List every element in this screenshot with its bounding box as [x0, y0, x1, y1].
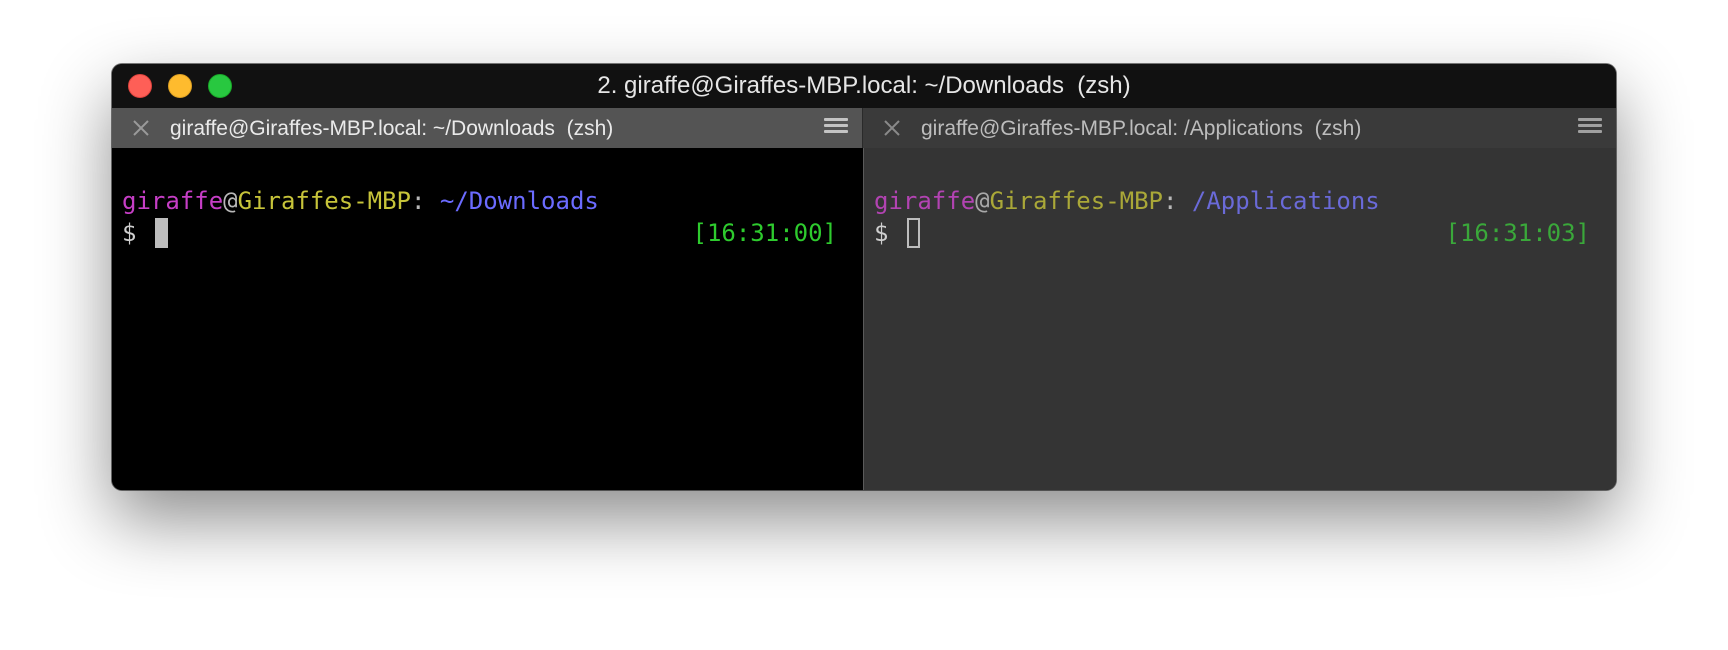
prompt-host: Giraffes-MBP — [237, 187, 411, 215]
prompt-timestamp: [16:31:03] — [1445, 219, 1591, 247]
prompt-symbol: $ — [874, 219, 889, 247]
terminal-pane-applications[interactable]: giraffe@Giraffes-MBP: /Applications $ [1… — [864, 148, 1616, 490]
hamburger-menu-icon[interactable] — [824, 118, 848, 138]
prompt-colon: : — [411, 187, 440, 215]
close-icon[interactable] — [130, 117, 152, 139]
prompt-path: /Applications — [1191, 187, 1380, 215]
tab-label: giraffe@Giraffes-MBP.local: ~/Downloads … — [170, 117, 614, 140]
maximize-window-button[interactable] — [208, 74, 232, 98]
prompt-colon: : — [1163, 187, 1192, 215]
window-title: 2. giraffe@Giraffes-MBP.local: ~/Downloa… — [597, 72, 1131, 99]
title-bar[interactable]: 2. giraffe@Giraffes-MBP.local: ~/Downloa… — [112, 64, 1616, 108]
text-cursor — [154, 218, 168, 248]
prompt-header: giraffe@Giraffes-MBP: ~/Downloads — [122, 186, 599, 216]
prompt-host: Giraffes-MBP — [989, 187, 1163, 215]
prompt-path: ~/Downloads — [439, 187, 599, 215]
tab-label: giraffe@Giraffes-MBP.local: /Application… — [921, 117, 1362, 140]
prompt-at: @ — [975, 187, 990, 215]
tab-applications[interactable]: giraffe@Giraffes-MBP.local: /Application… — [863, 108, 1616, 148]
terminal-window: 2. giraffe@Giraffes-MBP.local: ~/Downloa… — [112, 64, 1616, 490]
text-cursor — [906, 218, 920, 248]
prompt-at: @ — [223, 187, 238, 215]
tab-bar: giraffe@Giraffes-MBP.local: ~/Downloads … — [112, 108, 1616, 148]
prompt-timestamp: [16:31:00] — [692, 219, 838, 247]
command-line[interactable]: $ — [874, 218, 920, 248]
command-line[interactable]: $ — [122, 218, 168, 248]
prompt-symbol: $ — [122, 219, 137, 247]
close-window-button[interactable] — [128, 74, 152, 98]
close-icon[interactable] — [881, 117, 903, 139]
prompt-header: giraffe@Giraffes-MBP: /Applications — [874, 186, 1380, 216]
terminal-pane-downloads[interactable]: giraffe@Giraffes-MBP: ~/Downloads $ [16:… — [112, 148, 863, 490]
prompt-user: giraffe — [122, 187, 224, 215]
tab-downloads[interactable]: giraffe@Giraffes-MBP.local: ~/Downloads … — [112, 108, 863, 148]
hamburger-menu-icon[interactable] — [1578, 118, 1602, 138]
prompt-user: giraffe — [874, 187, 976, 215]
minimize-window-button[interactable] — [168, 74, 192, 98]
